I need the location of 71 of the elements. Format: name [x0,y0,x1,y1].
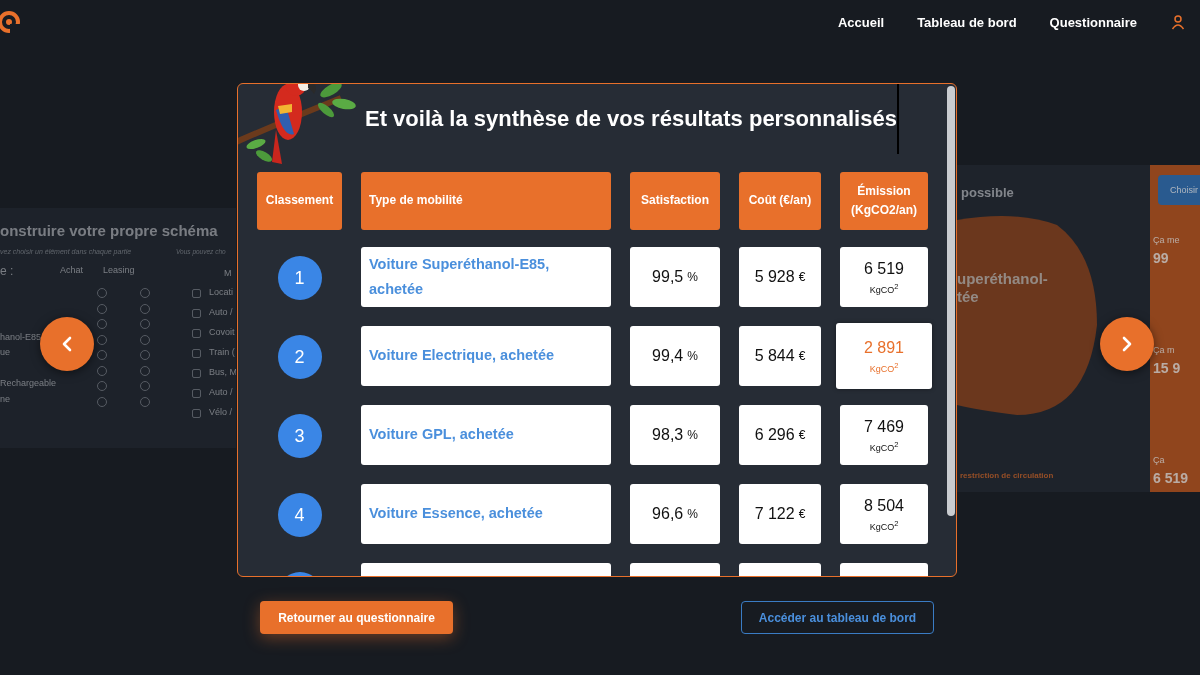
cost-cell: 7 122 € [739,484,821,544]
checkbox[interactable] [192,289,201,298]
mobility-link[interactable]: Voiture Essence, achetée [361,484,611,544]
text-cursor [897,84,899,154]
stat-label: Ça [1153,455,1165,465]
stat-label: Ça me [1153,235,1180,245]
checkbox-label: Auto / [209,387,233,397]
checkbox[interactable] [192,349,201,358]
option-label: Rechargeable [0,378,57,388]
card-title: possible [961,185,1014,200]
checkbox-label: Locati [209,287,234,297]
column-header: Type de mobilité [361,172,611,230]
rank-badge: 4 [277,493,322,537]
checkbox-label: Vélo / [209,407,232,417]
emission-cell: 8 504 KgCO$^{2}$ [840,484,928,544]
logo-icon[interactable] [0,11,20,33]
nav-link[interactable]: Tableau de bord [917,14,1017,30]
emission-cell: 2 891 KgCO$^{2}$ [836,323,932,389]
cost-cell: 5 844 € [739,326,821,386]
stat-label: Ça m [1153,345,1175,355]
checkbox-label: Covoit [209,327,235,337]
previous-button[interactable] [40,317,94,371]
nav-link[interactable]: Accueil [837,14,885,30]
rank-badge: 1 [277,256,322,300]
column-header: Satisfaction [630,172,720,230]
next-button[interactable] [1100,317,1154,371]
satisfaction-cell: 99,5 % [630,247,720,307]
section-label: e : [0,264,14,278]
rank-badge: 3 [277,414,322,458]
emission-cell: 7 469 KgCO$^{2}$ [840,405,928,465]
vehicle-name: tée [957,288,979,305]
stat-value: 99 [1153,250,1169,266]
satisfaction-cell: 99,4 % [630,326,720,386]
column-label: M [224,268,232,278]
stat-value: 6 519 [1153,470,1189,486]
restriction-text: restriction de circulation [960,471,1054,480]
checkbox[interactable] [192,369,201,378]
satisfaction-cell: 98,3 % [630,405,720,465]
back-to-questionnaire-button[interactable]: Retourner au questionnaire [260,601,453,634]
option-label: hanol-E85 [0,331,42,342]
column-header: Classement [257,172,342,230]
column-header: Coût (€/an) [739,172,821,230]
checkbox-label: Bus, M [209,367,236,377]
cost-cell: 6 296 € [739,405,821,465]
scrollbar[interactable] [947,86,955,516]
checkbox[interactable] [192,409,201,418]
checkbox[interactable] [192,329,201,338]
dashboard-button[interactable]: Accéder au tableau de bord [741,601,934,634]
satisfaction-cell: 96,6 % [630,484,720,544]
choose-button[interactable]: Choisir [1158,175,1200,205]
nav-link[interactable]: Questionnaire [1049,14,1137,30]
rank-badge: 2 [277,335,322,379]
mobility-link[interactable]: Voiture Superéthanol-E85, achetée [361,247,611,307]
stat-value: 15 9 [1153,360,1181,376]
mobility-link[interactable]: Voiture GPL, achetée [361,405,611,465]
column-label: Achat [60,265,83,275]
mobility-link[interactable]: Voiture Electrique, achetée [361,326,611,386]
checkbox-label: Train ( [209,347,235,357]
user-icon[interactable] [1170,14,1186,30]
emission-cell: 6 519 KgCO$^{2}$ [840,247,928,307]
cost-cell: 5 928 € [739,247,821,307]
dialog-title: Et voilà la synthèse de vos résultats personnalisés [365,106,897,132]
vehicle-name: uperéthanol- [957,270,1048,287]
checkbox[interactable] [192,309,201,318]
checkbox[interactable] [192,389,201,398]
option-label: ue [0,347,10,357]
card-title: onstruire votre propre schéma [0,222,218,239]
column-label: Leasing [103,265,135,275]
checkbox-label: Auto / [209,307,233,317]
column-header: Émission (KgCO2/an) [840,172,928,230]
option-label: ne [0,393,10,404]
